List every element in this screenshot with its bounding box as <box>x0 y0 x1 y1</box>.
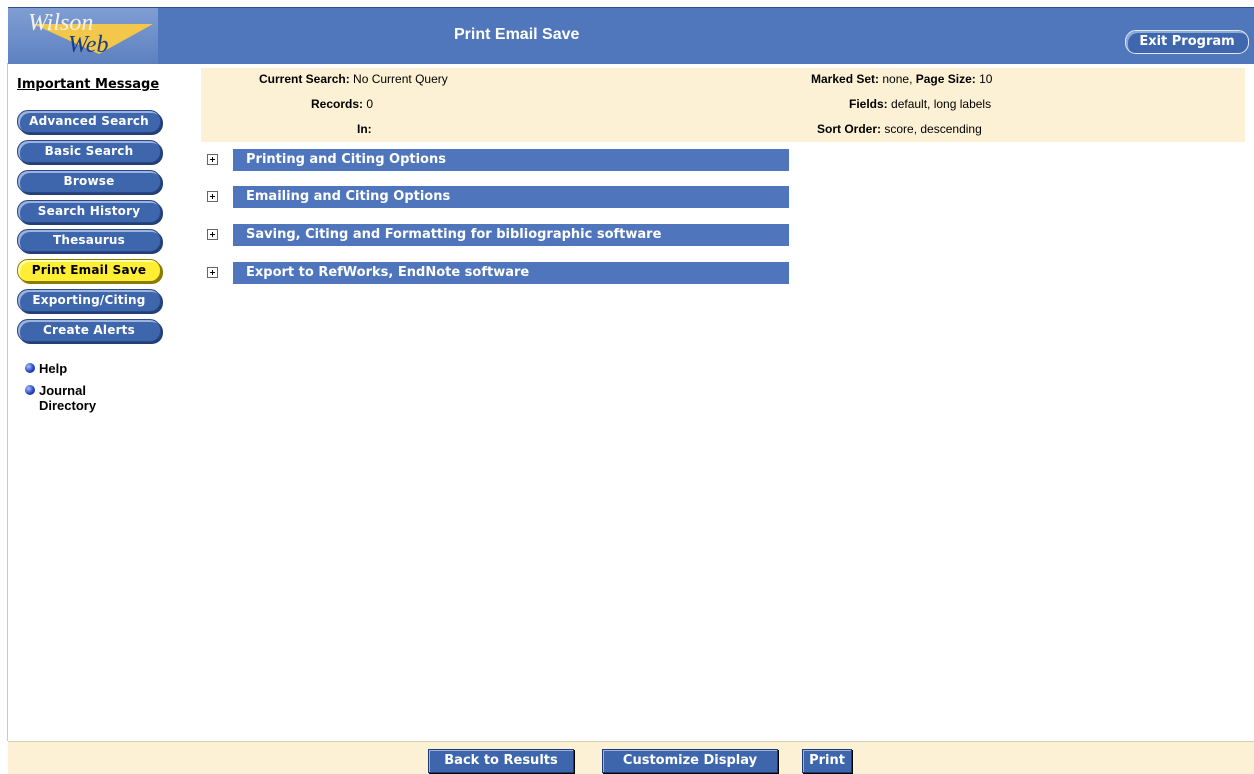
sort-order-value: score, descending <box>884 122 982 136</box>
bullet-icon <box>25 385 35 395</box>
expand-plus-icon[interactable] <box>207 191 218 202</box>
in-row: In: <box>357 122 372 136</box>
records-row: Records: 0 <box>311 97 373 111</box>
search-info-panel: Current Search: No Current Query Records… <box>201 68 1245 142</box>
expand-plus-icon[interactable] <box>207 154 218 165</box>
fields-row: Fields: default, long labels <box>849 97 991 111</box>
print-email-save-button[interactable]: Print Email Save <box>17 259 161 282</box>
section-saving-formatting-header[interactable]: Saving, Citing and Formatting for biblio… <box>233 224 789 246</box>
marked-set-value: none, <box>882 72 913 86</box>
important-message-link[interactable]: Important Message <box>17 77 159 92</box>
page-size-value: 10 <box>979 72 993 86</box>
section-emailing-citing-header[interactable]: Emailing and Citing Options <box>233 186 789 208</box>
thesaurus-button[interactable]: Thesaurus <box>17 229 161 252</box>
print-button[interactable]: Print <box>802 749 852 773</box>
bullet-icon <box>25 363 35 373</box>
current-search-value: No Current Query <box>353 72 448 86</box>
current-search-row: Current Search: No Current Query <box>259 72 448 86</box>
sort-order-row: Sort Order: score, descending <box>817 122 982 136</box>
back-to-results-button[interactable]: Back to Results <box>428 749 574 773</box>
page-title: Print Email Save <box>454 26 580 43</box>
wilsonweb-logo[interactable]: Wilson Web <box>8 8 158 64</box>
fields-value: default, long labels <box>891 97 992 111</box>
help-link-label: Help <box>39 361 68 376</box>
browse-button[interactable]: Browse <box>17 170 161 193</box>
left-divider <box>7 63 8 741</box>
footer-bar: Back to Results Customize Display Print <box>8 741 1254 774</box>
expand-plus-icon[interactable] <box>207 229 218 240</box>
section-printing-citing-header[interactable]: Printing and Citing Options <box>233 149 789 171</box>
header-bar: Wilson Web Print Email Save Exit Program <box>8 7 1254 64</box>
exit-program-button[interactable]: Exit Program <box>1125 30 1249 54</box>
marked-set-label: Marked Set: <box>811 72 880 86</box>
section-export-refworks-header[interactable]: Export to RefWorks, EndNote software <box>233 262 789 284</box>
search-history-button[interactable]: Search History <box>17 200 161 223</box>
fields-label: Fields: <box>849 97 888 111</box>
expand-plus-icon[interactable] <box>207 267 218 278</box>
basic-search-button[interactable]: Basic Search <box>17 140 161 163</box>
in-label: In: <box>357 122 372 136</box>
customize-display-button[interactable]: Customize Display <box>602 749 778 773</box>
current-search-label: Current Search: <box>259 72 350 86</box>
advanced-search-button[interactable]: Advanced Search <box>17 110 161 133</box>
sort-order-label: Sort Order: <box>817 122 882 136</box>
page-size-label: Page Size: <box>915 72 976 86</box>
exporting-citing-button[interactable]: Exporting/Citing <box>17 289 161 312</box>
logo-web-text: Web <box>68 32 109 58</box>
records-value: 0 <box>366 97 374 111</box>
marked-set-row: Marked Set: none, Page Size: 10 <box>811 72 992 86</box>
records-label: Records: <box>311 97 364 111</box>
create-alerts-button[interactable]: Create Alerts <box>17 319 161 342</box>
journal-directory-link-label: Journal Directory <box>39 383 97 413</box>
